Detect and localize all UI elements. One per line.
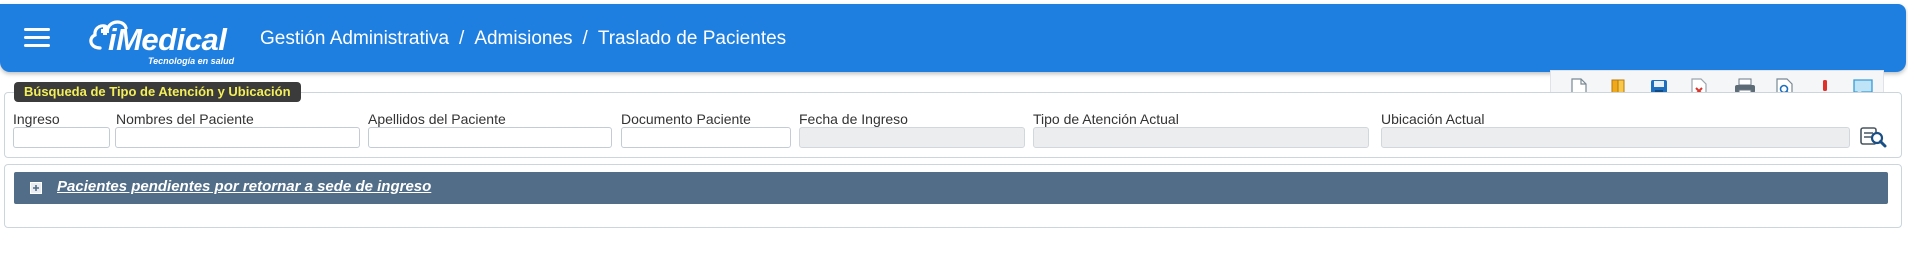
ubicacion-label: Ubicación Actual (1381, 111, 1485, 127)
breadcrumb-admisiones[interactable]: Admisiones (474, 28, 572, 49)
expand-icon[interactable] (30, 182, 42, 194)
documento-label: Documento Paciente (621, 111, 751, 127)
pending-patients-title[interactable]: Pacientes pendientes por retornar a sede… (57, 178, 431, 195)
search-panel-legend: Búsqueda de Tipo de Atención y Ubicación (14, 82, 301, 102)
ubicacion-field (1381, 127, 1850, 148)
apellidos-input[interactable] (368, 127, 612, 148)
breadcrumb-separator: / (582, 28, 588, 49)
app-header: iMedical Tecnología en salud Gestión Adm… (0, 4, 1906, 72)
breadcrumb-separator: / (459, 28, 465, 49)
breadcrumb-traslado-pacientes: Traslado de Pacientes (597, 28, 787, 49)
breadcrumb-gestion-administrativa[interactable]: Gestión Administrativa (260, 28, 449, 49)
ingreso-label: Ingreso (13, 111, 60, 127)
documento-input[interactable] (621, 127, 791, 148)
nombres-input[interactable] (115, 127, 360, 148)
breadcrumb: Gestión Administrativa / Admisiones / Trasla… (260, 28, 786, 50)
hamburger-menu-icon[interactable] (24, 28, 50, 48)
ingreso-input[interactable] (13, 127, 110, 148)
search-icon[interactable] (1858, 122, 1888, 152)
brand-tagline: Tecnología en salud (148, 56, 235, 66)
tipo-atencion-label: Tipo de Atención Actual (1033, 111, 1179, 127)
nombres-label: Nombres del Paciente (116, 111, 254, 127)
brand-name: iMedical (108, 22, 227, 57)
apellidos-label: Apellidos del Paciente (368, 111, 506, 127)
fecha-ingreso-field (799, 127, 1025, 148)
fecha-ingreso-label: Fecha de Ingreso (799, 111, 908, 127)
tipo-atencion-field (1033, 127, 1369, 148)
pending-patients-header[interactable]: Pacientes pendientes por retornar a sede… (14, 172, 1888, 204)
imedical-logo[interactable]: iMedical Tecnología en salud (86, 12, 236, 68)
